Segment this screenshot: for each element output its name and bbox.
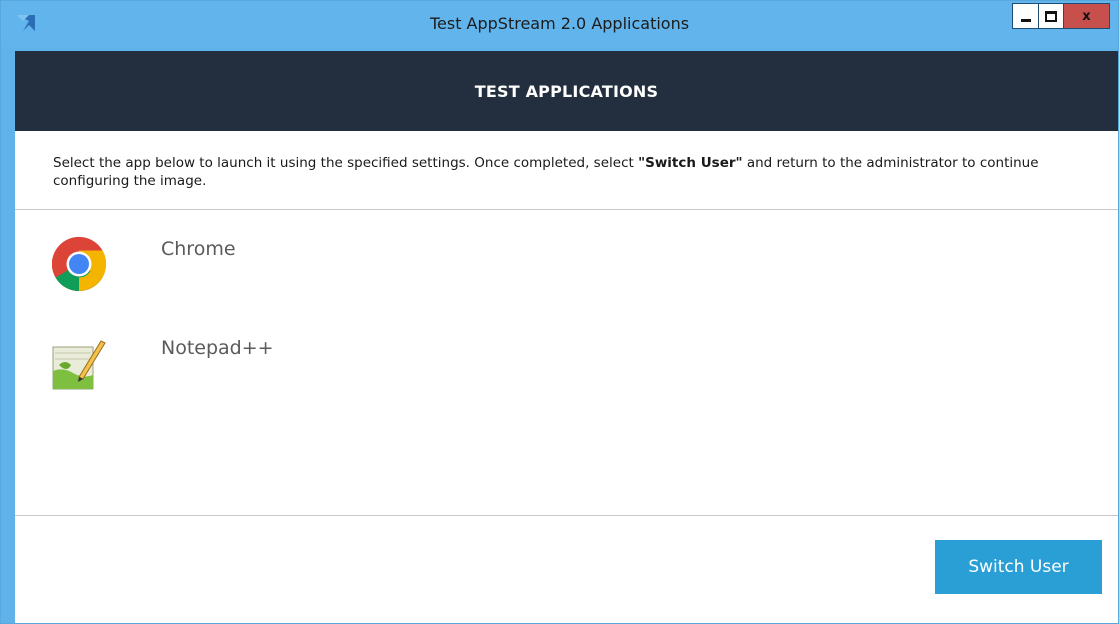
title-bar[interactable]: Test AppStream 2.0 Applications x <box>1 1 1118 47</box>
window-title: Test AppStream 2.0 Applications <box>429 14 690 33</box>
notepad-plus-plus-icon <box>49 333 109 393</box>
instructions-text: Select the app below to launch it using … <box>53 154 1103 190</box>
page-header: TEST APPLICATIONS <box>15 51 1118 131</box>
instructions-bold: "Switch User" <box>638 155 743 171</box>
chrome-icon <box>49 234 109 294</box>
divider-top <box>15 209 1118 210</box>
close-icon: x <box>1082 8 1091 24</box>
minimize-icon <box>1020 18 1031 22</box>
app-item-notepad-plus-plus[interactable]: Notepad++ <box>15 333 1118 413</box>
instructions-before: Select the app below to launch it using … <box>53 155 639 171</box>
maximize-button[interactable] <box>1038 3 1064 29</box>
divider-bottom <box>15 515 1118 516</box>
window-controls: x <box>1012 3 1110 31</box>
minimize-button[interactable] <box>1012 3 1038 29</box>
client-area: TEST APPLICATIONS Select the app below t… <box>15 51 1118 623</box>
app-name-notepad-plus-plus: Notepad++ <box>161 337 274 359</box>
app-window: Test AppStream 2.0 Applications x TEST A… <box>0 0 1119 624</box>
switch-user-button[interactable]: Switch User <box>935 540 1102 594</box>
app-name-chrome: Chrome <box>161 238 236 260</box>
maximize-icon <box>1045 10 1057 22</box>
page-title: TEST APPLICATIONS <box>474 81 659 101</box>
app-item-chrome[interactable]: Chrome <box>15 234 1118 314</box>
close-button[interactable]: x <box>1064 3 1110 29</box>
